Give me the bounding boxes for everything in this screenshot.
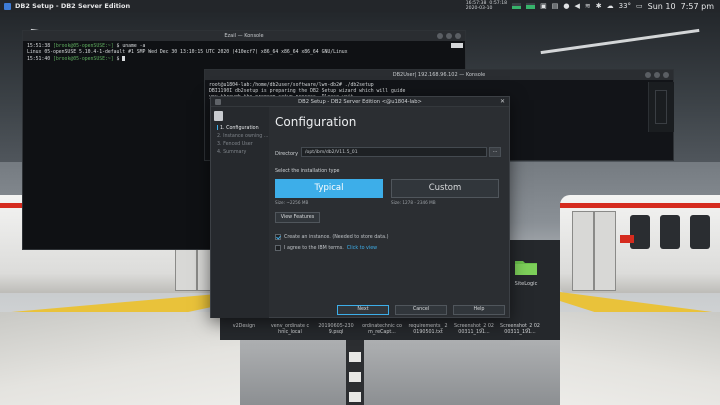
terminal-side-panel xyxy=(648,82,674,132)
notifications-icon[interactable]: ● xyxy=(563,2,569,10)
terms-link[interactable]: Click to view xyxy=(347,246,377,251)
terms-row[interactable]: I agree to the IBM terms. Click to view xyxy=(275,245,377,251)
system-stats: 16:57:38 0:57:18 2020-03-10 xyxy=(466,1,507,11)
track xyxy=(240,340,560,405)
window-icon xyxy=(215,99,221,105)
create-instance-label: Create an instance. (Needed to store dat… xyxy=(284,234,389,240)
maximize-button[interactable] xyxy=(654,72,660,78)
help-button[interactable]: Help xyxy=(453,305,505,315)
line-time: 15:51:38 xyxy=(27,44,51,49)
folder-icon[interactable] xyxy=(514,258,538,276)
cancel-button[interactable]: Cancel xyxy=(395,305,447,315)
terminal-scrollbar[interactable] xyxy=(451,43,463,48)
ibm-logo xyxy=(214,111,223,121)
memory-meter xyxy=(526,3,536,9)
create-instance-row[interactable]: Create an instance. (Needed to store dat… xyxy=(275,234,388,240)
terminal-output[interactable]: 15:51:38 [brook@05-openSUSE:~] $ uname -… xyxy=(23,41,465,66)
next-button[interactable]: Next xyxy=(337,305,389,315)
clock[interactable]: 7:57 pm xyxy=(681,2,714,11)
clipboard-icon[interactable]: ▤ xyxy=(552,2,559,10)
prompt-user: [brook@05-openSUSE:~] xyxy=(53,44,114,49)
dialog-content: Configuration Directory /opt/ibm/db2/V11… xyxy=(275,107,505,318)
typical-button[interactable]: Typical xyxy=(275,179,383,198)
custom-size: Size: 1278 - 2346 MB xyxy=(391,200,436,205)
view-features-button[interactable]: View Features xyxy=(275,212,320,223)
prompt-user: [brook@05-openSUSE:~] xyxy=(53,57,114,62)
file-list: v2Design venv_ordinate chnic_local 20190… xyxy=(224,324,540,336)
network-icon[interactable]: ≋ xyxy=(585,2,591,10)
cpu-meter xyxy=(512,3,522,9)
close-button[interactable] xyxy=(455,33,461,39)
volume-icon[interactable]: ◀ xyxy=(574,2,579,10)
top-panel: DB2 Setup - DB2 Server Edition 16:57:38 … xyxy=(0,0,720,12)
typical-size: Size: ~2256 MB xyxy=(275,200,309,205)
create-instance-checkbox[interactable] xyxy=(275,234,281,240)
folder-label: SiteLogic xyxy=(514,281,538,287)
train-right xyxy=(560,195,720,293)
file-item[interactable]: v2Design xyxy=(224,324,264,336)
line-output: Linux 05-openSUSE 5.10.4-1-default #1 SM… xyxy=(27,50,348,55)
platform-left xyxy=(0,312,240,405)
temperature-readout: 33° xyxy=(618,2,632,10)
page-title: Configuration xyxy=(275,115,357,129)
step-configuration[interactable]: 1. Configuration xyxy=(217,125,268,133)
terminal-title: Ezail — Konsole xyxy=(224,33,264,39)
wizard-steps-sidebar: 1. Configuration 2. Instance owning ... … xyxy=(211,107,269,318)
step-instance-owning[interactable]: 2. Instance owning ... xyxy=(217,133,268,141)
directory-label: Directory xyxy=(275,151,299,157)
close-icon[interactable]: ✕ xyxy=(500,98,505,105)
dialog-footer: Next Cancel Help xyxy=(275,305,505,315)
line-time: 15:51:40 xyxy=(27,57,51,62)
terms-checkbox[interactable] xyxy=(275,245,281,251)
date-label[interactable]: Sun 10 xyxy=(648,2,676,11)
browse-button[interactable]: ... xyxy=(489,147,501,157)
file-item[interactable]: requirements_ 20190501.txt xyxy=(408,324,448,336)
weather-icon[interactable]: ☁ xyxy=(607,2,614,10)
bluetooth-icon[interactable]: ✱ xyxy=(596,2,602,10)
terminal-title: DB2User| 192.168.96.102 — Konsole xyxy=(392,72,486,78)
line-command: $ uname -a xyxy=(116,44,146,49)
minimize-button[interactable] xyxy=(645,72,651,78)
minimize-button[interactable] xyxy=(437,33,443,39)
dialog-title: DB2 Setup - DB2 Server Edition <@u1804-l… xyxy=(298,98,422,105)
file-item[interactable]: ordinatechnic com_reCapt... xyxy=(362,324,402,336)
file-item[interactable]: venv_ordinate chnic_local xyxy=(270,324,310,336)
stat-date: 2020-03-10 xyxy=(465,6,493,11)
install-type-label: Select the installation type xyxy=(275,169,340,174)
text-cursor xyxy=(122,56,126,61)
terms-label: I agree to the IBM terms. xyxy=(284,245,344,251)
platform-right xyxy=(560,312,720,405)
maximize-button[interactable] xyxy=(446,33,452,39)
file-item[interactable]: Screenshot_2 0200311_191... xyxy=(500,324,540,336)
terminal-titlebar[interactable]: DB2User| 192.168.96.102 — Konsole xyxy=(205,70,673,80)
db2-setup-dialog[interactable]: DB2 Setup - DB2 Server Edition <@u1804-l… xyxy=(210,96,510,318)
custom-button[interactable]: Custom xyxy=(391,179,499,198)
terminal-line: 15:51:40 [brook@05-openSUSE:~] $ xyxy=(27,56,461,63)
active-window-title: DB2 Setup - DB2 Server Edition xyxy=(15,2,131,10)
dialog-titlebar[interactable]: DB2 Setup - DB2 Server Edition <@u1804-l… xyxy=(211,97,509,107)
app-menu-icon[interactable] xyxy=(4,2,11,10)
display-icon[interactable]: ▭ xyxy=(636,2,643,10)
directory-input[interactable]: /opt/ibm/db2/V11.5_01 xyxy=(301,147,487,157)
step-summary[interactable]: 4. Summary xyxy=(217,149,268,157)
step-fenced-user[interactable]: 3. Fenced User xyxy=(217,141,268,149)
close-button[interactable] xyxy=(663,72,669,78)
file-item[interactable]: 20190605-230 9.psql xyxy=(316,324,356,336)
file-item[interactable]: Screenshot_2 0200311_191... xyxy=(454,324,494,336)
terminal-titlebar[interactable]: Ezail — Konsole xyxy=(23,31,465,41)
line-command: $ xyxy=(116,57,120,62)
terminal-icon[interactable]: ▣ xyxy=(540,2,547,10)
